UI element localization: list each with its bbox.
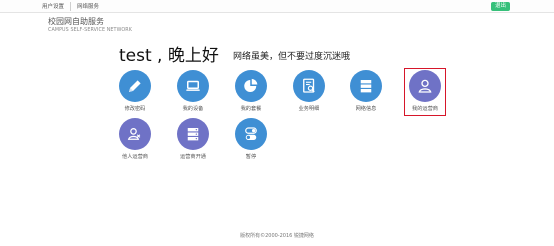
tile-label: 修改密码 [124, 106, 146, 112]
slogan-text: 网络虽美，但不要过度沉迷哦 [233, 52, 351, 62]
nav-network-service[interactable]: 网络服务 [71, 3, 105, 11]
tile-operator-activation[interactable]: 运营商开通 [173, 118, 213, 164]
tile-others-operator[interactable]: 他人运营商 [115, 118, 155, 164]
greeting-text: test , 晚上好 [119, 46, 219, 66]
tile-network-info[interactable]: 网络信息 [346, 70, 386, 116]
tile-icon-circle [235, 118, 267, 150]
server-stack-icon [187, 128, 199, 141]
user-icon [418, 79, 432, 93]
tile-icon-circle [350, 70, 382, 102]
tile-change-password[interactable]: 修改密码 [115, 70, 155, 116]
tile-label: 运营商开通 [180, 154, 206, 160]
tile-label: 网络信息 [355, 106, 377, 112]
brand-subtitle: CAMPUS SELF-SERVICE NETWORK [48, 28, 132, 33]
tile-business-details[interactable]: 业务明细 [289, 70, 329, 116]
tile-pause[interactable]: 暂停 [231, 118, 271, 164]
tile-label: 他人运营商 [122, 154, 148, 160]
tile-label: 我的运营商 [412, 106, 438, 112]
toggle-icon [245, 127, 257, 140]
pencil-icon [129, 80, 141, 92]
tile-icon-circle [409, 70, 441, 102]
tile-icon-circle [177, 118, 209, 150]
tile-label: 暂停 [245, 154, 257, 160]
server-icon [360, 80, 372, 93]
logout-button[interactable]: 退出 [491, 2, 510, 11]
tile-icon-circle [119, 70, 151, 102]
document-search-icon [303, 78, 315, 93]
tile-icon-circle [119, 118, 151, 150]
tile-icon-circle [293, 70, 325, 102]
tile-icon-circle [235, 70, 267, 102]
tile-my-operator[interactable]: 我的运营商 [405, 70, 445, 116]
pie-chart-icon [244, 78, 258, 92]
tile-label: 业务明细 [298, 106, 320, 112]
footer-copyright: 版权所有©2000-2016 锐捷网络 [240, 233, 314, 239]
top-bar: 用户设置 网络服务 退出 [0, 0, 554, 13]
laptop-icon [186, 80, 200, 91]
tile-my-plan[interactable]: 我的套餐 [231, 70, 271, 116]
tile-label: 我的设备 [182, 106, 204, 112]
tile-label: 我的套餐 [240, 106, 262, 112]
users-icon [127, 128, 141, 140]
tile-icon-circle [177, 70, 209, 102]
brand-title: 校园网自助服务 [48, 17, 104, 26]
tile-my-devices[interactable]: 我的设备 [173, 70, 213, 116]
nav-user-settings[interactable]: 用户设置 [36, 3, 70, 11]
top-nav: 用户设置 网络服务 [36, 2, 105, 11]
